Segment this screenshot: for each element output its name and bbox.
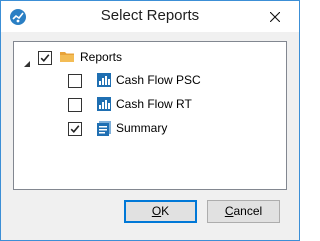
tree-label-cash-flow-psc: Cash Flow PSC (116, 73, 201, 87)
close-icon (270, 11, 280, 22)
ok-button-label: OK (151, 204, 170, 218)
reports-tree[interactable]: Reports Cash Flow PSC Cash Flow RT Summa… (13, 41, 287, 190)
ok-button[interactable]: OK (124, 200, 197, 223)
cancel-button[interactable]: Cancel (207, 200, 280, 223)
select-reports-dialog: Select Reports Reports Cash Flow PSC Cas… (0, 0, 300, 241)
title-bar[interactable]: Select Reports (1, 1, 299, 32)
report-chart-icon (96, 96, 112, 112)
tree-label-cash-flow-rt: Cash Flow RT (116, 97, 192, 111)
report-chart-icon (96, 72, 112, 88)
checkbox-reports[interactable] (38, 51, 52, 65)
folder-icon (59, 49, 75, 65)
checkbox-cash-flow-psc[interactable] (68, 74, 82, 88)
tree-label-reports: Reports (80, 50, 123, 64)
collapse-triangle-icon[interactable] (23, 55, 31, 67)
cancel-button-label: Cancel (224, 204, 263, 218)
close-button[interactable] (252, 1, 298, 32)
tree-label-summary: Summary (116, 121, 168, 135)
checkmark-icon (70, 125, 80, 133)
checkbox-cash-flow-rt[interactable] (68, 98, 82, 112)
report-summary-icon (96, 120, 112, 136)
checkmark-icon (40, 54, 50, 62)
checkbox-summary[interactable] (68, 122, 82, 136)
